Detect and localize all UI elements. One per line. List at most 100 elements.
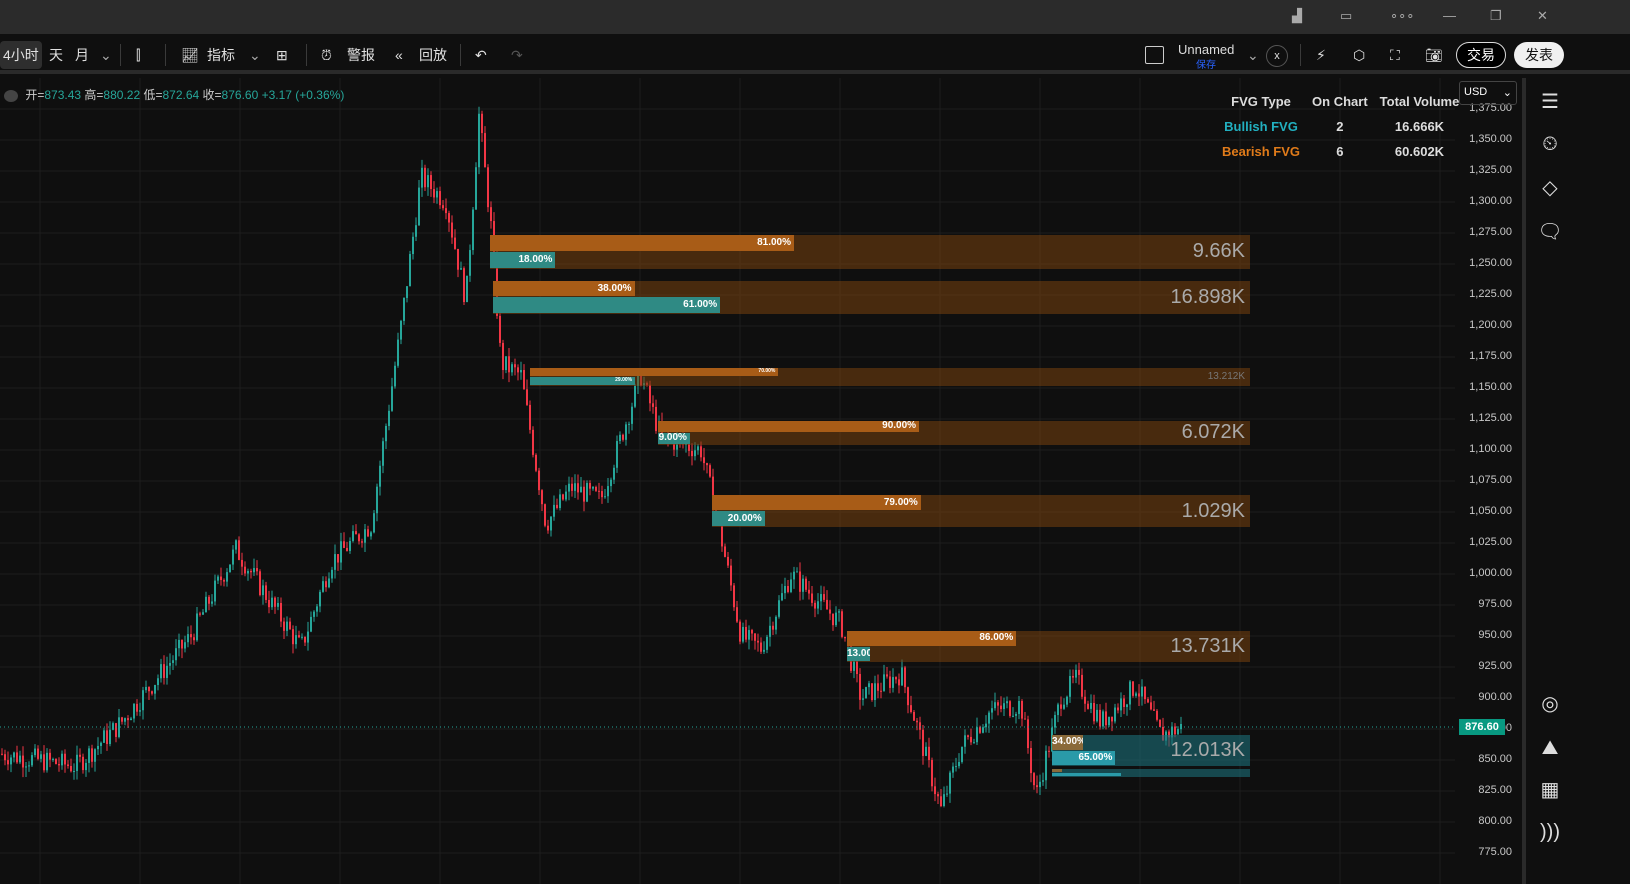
alarm-icon[interactable]: ⏰︎ [318, 41, 335, 69]
layout-name[interactable]: Unnamed [1178, 42, 1234, 57]
candle-body [64, 753, 66, 765]
signal-icon[interactable]: ▟ [1292, 8, 1302, 24]
candle-body [409, 254, 411, 287]
candle-body [1039, 781, 1041, 788]
candle-body [136, 703, 138, 712]
chat-icon[interactable]: 🗨︎ [1536, 218, 1564, 246]
interval-month-button[interactable]: 月 [72, 41, 92, 69]
candle-body [1060, 704, 1062, 709]
layout-grid-icon[interactable]: ⊞ [273, 41, 291, 69]
candle-body [1096, 709, 1098, 722]
candle-body [874, 683, 876, 701]
candle-body [889, 676, 891, 688]
candle-body [784, 586, 786, 594]
currency-select[interactable]: USD ⌄ [1459, 81, 1517, 105]
minimize-icon[interactable]: — [1443, 8, 1456, 23]
indicators-button[interactable]: 指标 [204, 41, 238, 69]
calendar-icon[interactable]: ▦ [1536, 776, 1564, 804]
fvg-volume-label: 9.66K [1192, 240, 1245, 263]
chevron-down-icon[interactable]: ⌄ [1244, 41, 1262, 69]
candle-body [544, 504, 546, 526]
low-label: 低= [143, 88, 163, 102]
watchlist-icon[interactable]: ☰ [1536, 88, 1564, 116]
candle-body [871, 683, 873, 701]
candle-body [988, 712, 990, 724]
candle-body [982, 727, 984, 733]
indicators-icon[interactable]: 📈︎ [178, 41, 202, 69]
candle-body [634, 385, 636, 407]
ideas-icon[interactable]: ⛰︎ [1536, 734, 1564, 762]
ohlc-legend: 开=873.43 高=880.22 低=872.64 收=876.60 +3.1… [4, 86, 344, 103]
alarm-clock-icon[interactable]: ⏲ [1536, 130, 1564, 158]
candle-body [832, 613, 834, 626]
close-layout-button[interactable]: x [1266, 45, 1288, 67]
undo-icon[interactable]: ↶ [472, 41, 490, 69]
candle-body [586, 483, 588, 502]
close-window-icon[interactable]: ✕ [1537, 8, 1548, 24]
fvg-volume-label: 6.072K [1181, 421, 1245, 444]
fvg-upper-bar: 79.00% [712, 494, 921, 510]
camera-icon[interactable]: 📷︎ [1422, 41, 1446, 69]
interval-day-button[interactable]: 天 [46, 41, 66, 69]
candle-body [70, 765, 72, 772]
trade-button[interactable]: 交易 [1456, 42, 1506, 68]
candle-body [781, 593, 783, 601]
candle-body [403, 297, 405, 321]
candle-body [196, 613, 198, 641]
broadcast-icon[interactable]: ))) [1536, 818, 1564, 846]
candle-body [133, 703, 135, 719]
candle-body [373, 513, 375, 533]
candle-body [202, 612, 204, 615]
more-icon[interactable]: ∘∘∘ [1390, 8, 1414, 24]
target-icon[interactable]: ◎ [1536, 690, 1564, 718]
candle-body [622, 434, 624, 440]
candle-body [727, 556, 729, 566]
candle-body [565, 491, 567, 500]
candle-body [418, 187, 420, 226]
rewind-icon[interactable]: « [392, 41, 406, 69]
candle-body [22, 755, 24, 768]
collapse-icon[interactable] [4, 89, 18, 102]
candle-body [844, 636, 846, 639]
redo-icon[interactable]: ↷ [508, 41, 526, 69]
candle-body [598, 490, 600, 492]
candle-body [814, 602, 816, 609]
candle-body [31, 755, 33, 766]
price-tick: 1,275.00 [1469, 226, 1512, 238]
candle-body [619, 434, 621, 442]
candle-body [328, 578, 330, 588]
fullscreen-icon[interactable]: ⛶ [1387, 41, 1403, 69]
candle-body [109, 729, 111, 745]
checkbox-icon[interactable] [1145, 46, 1164, 64]
restore-icon[interactable]: ❐ [1490, 8, 1502, 24]
candle-body [925, 746, 927, 756]
candle-body [226, 572, 228, 582]
monitor-icon[interactable]: ▭ [1340, 8, 1352, 24]
quick-search-icon[interactable]: ⚡︎ [1313, 41, 1329, 69]
replay-button[interactable]: 回放 [416, 41, 450, 69]
candle-body [1090, 702, 1092, 709]
publish-button[interactable]: 发表 [1514, 42, 1564, 68]
settings-icon[interactable]: ⬡ [1350, 41, 1368, 69]
candle-body [67, 764, 69, 766]
candles-icon[interactable]: ⫿ [133, 41, 143, 69]
chart-canvas[interactable] [0, 78, 1520, 884]
candle-body [931, 760, 933, 787]
layers-icon[interactable]: ◇ [1536, 174, 1564, 202]
right-sidebar: ☰ ⏲ ◇ 🗨︎ ◎ ⛰︎ ▦ ))) [1522, 78, 1630, 884]
candle-body [772, 625, 774, 630]
candle-body [304, 636, 306, 643]
candle-body [1129, 681, 1131, 705]
interval-4h-button[interactable]: 4小时 [0, 41, 42, 69]
candle-body [859, 674, 861, 700]
candle-body [1102, 711, 1104, 727]
candle-body [1075, 669, 1077, 678]
chevron-down-icon[interactable]: ⌄ [97, 41, 115, 69]
candle-body [1105, 711, 1107, 726]
save-link[interactable]: 保存 [1196, 56, 1216, 71]
chevron-down-icon[interactable]: ⌄ [246, 41, 264, 69]
candle-body [592, 486, 594, 489]
price-axis[interactable]: 1,375.00 1,350.00 1,325.00 1,300.00 1,275.00… [1455, 78, 1520, 884]
candle-body [1042, 780, 1044, 782]
alert-button[interactable]: 警报 [344, 41, 378, 69]
